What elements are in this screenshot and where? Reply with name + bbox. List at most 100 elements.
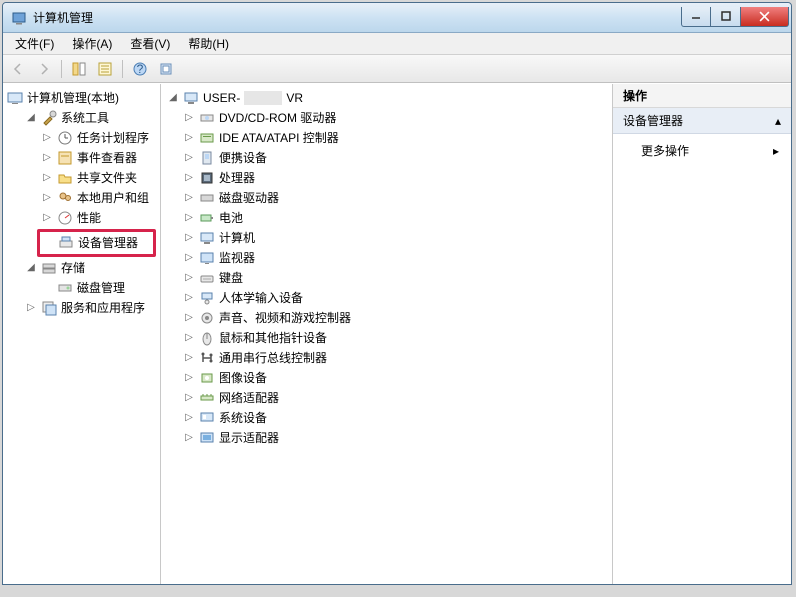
- svg-text:?: ?: [137, 62, 144, 76]
- expand-icon[interactable]: ▷: [181, 270, 197, 286]
- monitor-icon: [199, 250, 215, 266]
- expand-icon[interactable]: ▷: [181, 410, 197, 426]
- device-category[interactable]: ▷系统设备: [181, 408, 612, 428]
- device-category[interactable]: ▷处理器: [181, 168, 612, 188]
- help-button[interactable]: ?: [129, 58, 151, 80]
- tree-device-manager[interactable]: 设备管理器: [40, 233, 153, 253]
- device-category[interactable]: ▷ 通用串行总线控制器: [181, 348, 612, 368]
- close-button[interactable]: [741, 7, 789, 27]
- expand-icon[interactable]: ▷: [181, 170, 197, 186]
- storage-icon: [41, 260, 57, 276]
- actions-header: 操作: [613, 84, 791, 108]
- device-category[interactable]: ▷网络适配器: [181, 388, 612, 408]
- cpu-icon: [199, 170, 215, 186]
- refresh-button[interactable]: [155, 58, 177, 80]
- more-actions-link[interactable]: 更多操作 ▸: [613, 134, 791, 167]
- menu-action[interactable]: 操作(A): [64, 33, 120, 54]
- expand-icon[interactable]: ▷: [181, 150, 197, 166]
- item-label: 本地用户和组: [75, 188, 151, 208]
- root-suffix: VR: [286, 88, 303, 108]
- device-category[interactable]: ▷人体学输入设备: [181, 288, 612, 308]
- tree-performance[interactable]: ▷性能: [39, 208, 160, 228]
- device-category[interactable]: ▷电池: [181, 208, 612, 228]
- device-category[interactable]: ▷鼠标和其他指针设备: [181, 328, 612, 348]
- collapse-triangle-icon: ▴: [775, 114, 781, 128]
- device-category[interactable]: ▷计算机: [181, 228, 612, 248]
- window-title: 计算机管理: [33, 9, 93, 26]
- tree-storage[interactable]: ◢ 存储: [23, 258, 160, 278]
- expand-icon[interactable]: ▷: [39, 190, 55, 206]
- expand-icon[interactable]: ▷: [181, 250, 197, 266]
- expand-icon[interactable]: ▷: [39, 150, 55, 166]
- menu-help[interactable]: 帮助(H): [180, 33, 237, 54]
- mouse-icon: [199, 330, 215, 346]
- maximize-button[interactable]: [711, 7, 741, 27]
- tree-system-tools[interactable]: ◢ 系统工具: [23, 108, 160, 128]
- tree-task-scheduler[interactable]: ▷任务计划程序: [39, 128, 160, 148]
- ide-icon: [199, 130, 215, 146]
- collapse-icon[interactable]: ◢: [23, 110, 39, 126]
- expand-icon[interactable]: ▷: [181, 310, 197, 326]
- device-category-label: 声音、视频和游戏控制器: [217, 308, 353, 328]
- expand-icon[interactable]: ▷: [39, 170, 55, 186]
- tree-disk-mgmt[interactable]: 磁盘管理: [39, 278, 160, 298]
- device-category-label: 磁盘驱动器: [217, 188, 281, 208]
- device-category-label: 通用串行总线控制器: [217, 348, 329, 368]
- event-icon: [57, 150, 73, 166]
- expand-icon[interactable]: ▷: [39, 130, 55, 146]
- collapse-icon[interactable]: ◢: [23, 260, 39, 276]
- device-tree[interactable]: ◢ USER- VR ▷DVD/CD-ROM 驱动器▷IDE ATA/ATAPI…: [161, 84, 613, 584]
- tree-services-apps[interactable]: ▷ 服务和应用程序: [23, 298, 160, 318]
- app-icon: [11, 10, 27, 26]
- disk-icon: [57, 280, 73, 296]
- expand-icon[interactable]: ▷: [181, 290, 197, 306]
- title-bar[interactable]: 计算机管理: [3, 3, 791, 33]
- usb-icon: [199, 350, 215, 366]
- system-device-icon: [199, 410, 215, 426]
- device-category[interactable]: ▷便携设备: [181, 148, 612, 168]
- tree-root-label: 计算机管理(本地): [25, 88, 121, 108]
- left-tree[interactable]: 计算机管理(本地) ◢ 系统工具 ▷任务计划程序 ▷事件查看器 ▷共享文: [3, 84, 161, 584]
- minimize-button[interactable]: [681, 7, 711, 27]
- system-tools-label: 系统工具: [59, 108, 111, 128]
- device-category[interactable]: ▷DVD/CD-ROM 驱动器: [181, 108, 612, 128]
- storage-label: 存储: [59, 258, 87, 278]
- expand-icon[interactable]: ▷: [181, 130, 197, 146]
- expand-icon[interactable]: ▷: [181, 110, 197, 126]
- expand-icon[interactable]: ▷: [39, 210, 55, 226]
- expand-icon[interactable]: ▷: [181, 330, 197, 346]
- device-category[interactable]: ▷IDE ATA/ATAPI 控制器: [181, 128, 612, 148]
- tree-local-users[interactable]: ▷ 本地用户和组: [39, 188, 160, 208]
- show-hide-tree-button[interactable]: [68, 58, 90, 80]
- device-category[interactable]: ▷键盘: [181, 268, 612, 288]
- device-category[interactable]: ▷显示适配器: [181, 428, 612, 448]
- expand-icon[interactable]: ▷: [181, 430, 197, 446]
- chevron-right-icon: ▸: [773, 144, 779, 158]
- device-category[interactable]: ▷图像设备: [181, 368, 612, 388]
- expand-icon[interactable]: ▷: [181, 350, 197, 366]
- root-prefix: USER-: [203, 88, 240, 108]
- tree-shared-folders[interactable]: ▷共享文件夹: [39, 168, 160, 188]
- tree-root[interactable]: 计算机管理(本地): [7, 88, 160, 108]
- expand-icon[interactable]: ▷: [181, 390, 197, 406]
- device-root[interactable]: ◢ USER- VR: [165, 88, 612, 108]
- expand-icon[interactable]: ▷: [181, 190, 197, 206]
- expand-icon[interactable]: ▷: [181, 230, 197, 246]
- device-category[interactable]: ▷监视器: [181, 248, 612, 268]
- disk-icon: [199, 190, 215, 206]
- expand-icon[interactable]: ▷: [23, 300, 39, 316]
- menu-file[interactable]: 文件(F): [7, 33, 62, 54]
- device-category[interactable]: ▷ 磁盘驱动器: [181, 188, 612, 208]
- item-label: 事件查看器: [75, 148, 139, 168]
- tree-event-viewer[interactable]: ▷ 事件查看器: [39, 148, 160, 168]
- expand-icon[interactable]: ▷: [181, 370, 197, 386]
- client-area: 计算机管理(本地) ◢ 系统工具 ▷任务计划程序 ▷事件查看器 ▷共享文: [3, 83, 791, 584]
- properties-button[interactable]: [94, 58, 116, 80]
- collapse-icon[interactable]: ◢: [165, 90, 181, 106]
- device-category[interactable]: ▷ 声音、视频和游戏控制器: [181, 308, 612, 328]
- computer-mgmt-icon: [7, 90, 23, 106]
- users-icon: [57, 190, 73, 206]
- actions-section[interactable]: 设备管理器 ▴: [613, 108, 791, 134]
- expand-icon[interactable]: ▷: [181, 210, 197, 226]
- menu-view[interactable]: 查看(V): [122, 33, 178, 54]
